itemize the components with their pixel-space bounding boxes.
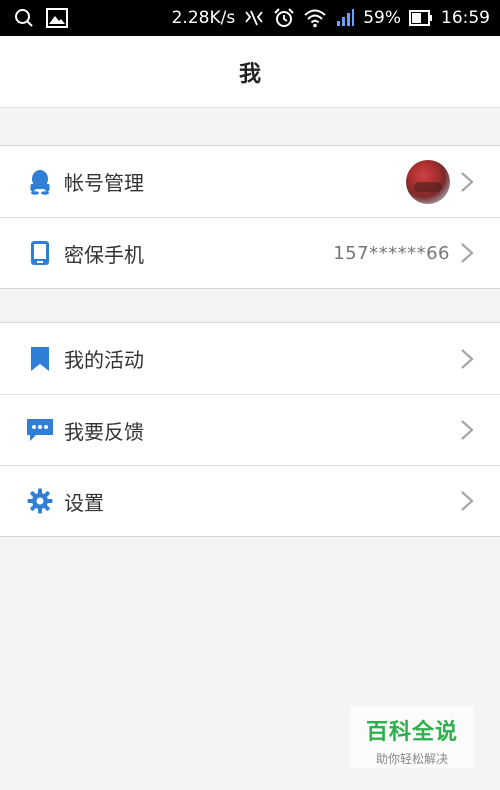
my-activities-label: 我的活动 [64, 348, 144, 372]
watermark-subtitle: 助你轻松解决 [375, 752, 448, 766]
security-phone-number: 157******66 [333, 242, 450, 264]
network-speed: 2.28K/s [171, 8, 236, 28]
search-icon [14, 8, 34, 28]
chevron-right-icon [461, 243, 474, 263]
account-group: 帐号管理 密保手机 157******66 [0, 145, 500, 289]
vibrate-icon [243, 8, 265, 28]
chat-bubble-icon [26, 416, 54, 444]
chevron-right-icon [461, 348, 474, 369]
wifi-icon [303, 8, 327, 28]
chevron-right-icon [461, 420, 474, 440]
my-activities-row[interactable]: 我的活动 [0, 323, 500, 394]
account-management-row[interactable]: 帐号管理 [0, 146, 500, 217]
page-title: 我 [238, 61, 261, 87]
qq-penguin-icon [26, 168, 54, 196]
phone-icon [26, 239, 54, 267]
avatar [406, 159, 450, 204]
gallery-icon [46, 8, 68, 28]
feedback-label: 我要反馈 [64, 419, 144, 444]
account-management-label: 帐号管理 [64, 171, 144, 195]
title-bar: 我 [0, 36, 500, 108]
bookmark-icon [26, 345, 54, 373]
battery-icon [409, 9, 433, 27]
chevron-right-icon [461, 171, 474, 192]
clock: 16:59 [441, 8, 490, 28]
watermark: 百科全说 助你轻松解决 [350, 706, 474, 768]
battery-percent: 59% [363, 8, 401, 28]
menu-group: 我的活动 我要反馈 设置 [0, 322, 500, 537]
status-bar: 2.28K/s 59% 16:59 [0, 0, 500, 36]
settings-label: 设置 [64, 490, 104, 515]
settings-row[interactable]: 设置 [0, 465, 500, 536]
security-phone-row[interactable]: 密保手机 157******66 [0, 217, 500, 288]
gear-icon [26, 487, 54, 515]
feedback-row[interactable]: 我要反馈 [0, 394, 500, 465]
security-phone-label: 密保手机 [64, 242, 144, 267]
watermark-title: 百科全说 [365, 720, 458, 745]
signal-icon [335, 8, 355, 28]
chevron-right-icon [461, 491, 474, 511]
alarm-icon [273, 8, 295, 28]
